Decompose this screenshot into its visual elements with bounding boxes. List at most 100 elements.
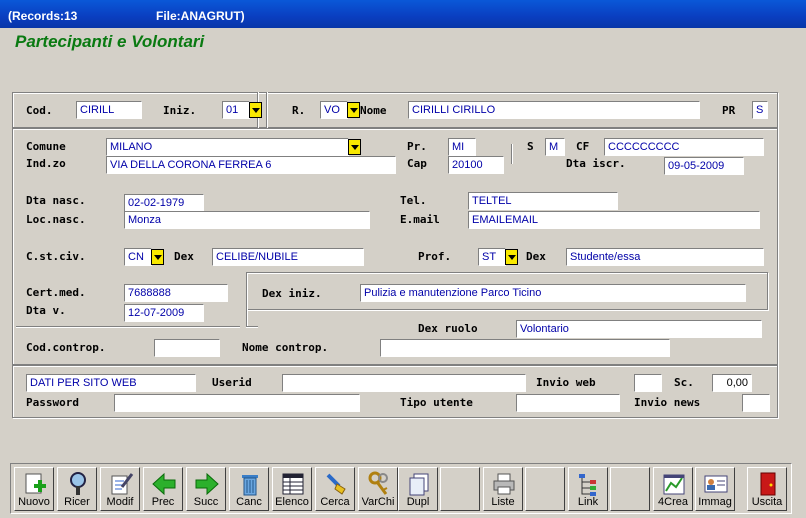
add-icon — [25, 473, 46, 494]
label-s: S — [527, 140, 534, 153]
empty-toolbar-slot-1 — [440, 467, 480, 511]
cert-divider — [16, 326, 240, 328]
label-cap: Cap — [407, 157, 427, 170]
pr-divider — [511, 144, 513, 164]
stato-civile-field[interactable]: CN — [124, 248, 152, 266]
modifica-button[interactable]: Modif — [100, 467, 140, 511]
label-cstciv: C.st.civ. — [26, 250, 86, 263]
search-icon — [70, 472, 86, 495]
successivo-button[interactable]: Succ — [186, 467, 226, 511]
email-field[interactable]: EMAILEMAIL — [468, 211, 760, 229]
copy-icon — [409, 473, 429, 496]
label-pr: Pr. — [407, 140, 427, 153]
cod-field[interactable]: CIRILL — [76, 101, 142, 119]
empty-toolbar-slot-2 — [525, 467, 565, 511]
label-sc: Sc. — [674, 376, 694, 389]
codice-fiscale-field[interactable]: CCCCCCCCC — [604, 138, 764, 156]
label-dex-2: Dex — [526, 250, 546, 263]
pr-top-field[interactable]: S — [752, 101, 768, 119]
tipo-utente-field[interactable] — [516, 394, 620, 412]
window-titlebar: (Records:13 File:ANAGRUT) — [0, 0, 806, 28]
label-dta-nasc: Dta nasc. — [26, 194, 86, 207]
ruolo-dropdown-button[interactable] — [347, 102, 360, 118]
nome-field[interactable]: CIRILLI CIRILLO — [408, 101, 700, 119]
label-cf: CF — [576, 140, 590, 153]
printer-icon — [493, 473, 515, 495]
elenco-button[interactable]: Elenco — [272, 467, 312, 511]
label-dex-ruolo: Dex ruolo — [418, 322, 478, 335]
iniziativa-desc-field[interactable]: Pulizia e manutenzione Parco Ticino — [360, 284, 746, 302]
liste-button[interactable]: Liste — [483, 467, 523, 511]
exit-door-icon — [760, 472, 776, 496]
comune-dropdown-button[interactable] — [348, 139, 361, 155]
sesso-field[interactable]: M — [545, 138, 565, 156]
iniziativa-notch-bottom — [246, 326, 258, 328]
label-cod-controp: Cod.controp. — [26, 341, 106, 354]
brush-icon — [326, 473, 346, 495]
cap-field[interactable]: 20100 — [448, 156, 504, 174]
chart-icon — [663, 474, 685, 495]
file-name: File:ANAGRUT) — [156, 9, 245, 23]
label-tipo-utente: Tipo utente — [400, 396, 473, 409]
arrow-left-icon — [152, 472, 176, 496]
label-pr-top: PR — [722, 104, 736, 117]
uscita-button[interactable]: Uscita — [747, 467, 787, 511]
label-prof: Prof. — [418, 250, 452, 263]
label-password: Password — [26, 396, 79, 409]
label-tel: Tel. — [400, 194, 427, 207]
certificato-medico-field[interactable]: 7688888 — [124, 284, 228, 302]
label-dex-1: Dex — [174, 250, 194, 263]
nuovo-button[interactable]: Nuovo — [14, 467, 54, 511]
invio-news-field[interactable] — [742, 394, 770, 412]
crea-button[interactable]: 4Crea — [653, 467, 693, 511]
label-userid: Userid — [212, 376, 252, 389]
pr-field[interactable]: MI — [448, 138, 476, 156]
comune-field[interactable]: MILANO — [106, 138, 349, 156]
luogo-nascita-field[interactable]: Monza — [124, 211, 370, 229]
ruolo-desc-field[interactable]: Volontario — [516, 320, 762, 338]
duplica-button[interactable]: Dupl — [398, 467, 438, 511]
data-visita-field[interactable]: 12-07-2009 — [124, 304, 204, 322]
iniz-dropdown-button[interactable] — [249, 102, 262, 118]
sconto-field[interactable]: 0,00 — [712, 374, 752, 392]
label-cod: Cod. — [26, 104, 53, 117]
label-r: R. — [292, 104, 306, 117]
nome-controparte-field[interactable] — [380, 339, 670, 357]
label-loc-nasc: Loc.nasc. — [26, 213, 86, 226]
stato-civile-dropdown-button[interactable] — [151, 249, 164, 265]
label-invio-news: Invio news — [634, 396, 701, 409]
edit-icon — [111, 473, 134, 495]
cancella-button[interactable]: Canc — [229, 467, 269, 511]
iniz-field[interactable]: 01 — [222, 101, 250, 119]
professione-dropdown-button[interactable] — [505, 249, 518, 265]
professione-field[interactable]: ST — [478, 248, 506, 266]
immagine-button[interactable]: Immag — [695, 467, 735, 511]
label-nome-controp: Nome controp. — [242, 341, 329, 354]
arrow-right-icon — [195, 472, 219, 496]
telefono-field[interactable]: TELTEL — [468, 192, 618, 210]
invio-web-field[interactable] — [634, 374, 662, 392]
header-divider-2 — [266, 92, 268, 128]
label-comune: Comune — [26, 140, 66, 153]
data-iscrizione-field[interactable]: 09-05-2009 — [664, 157, 744, 175]
ruolo-code-field[interactable]: VO — [320, 101, 348, 119]
precedente-button[interactable]: Prec — [143, 467, 183, 511]
ricerca-button[interactable]: Ricer — [57, 467, 97, 511]
stato-civile-desc-field[interactable]: CELIBE/NUBILE — [212, 248, 364, 266]
label-nome: Nome — [360, 104, 387, 117]
label-iniz: Iniz. — [163, 104, 197, 117]
indirizzo-field[interactable]: VIA DELLA CORONA FERREA 6 — [106, 156, 396, 174]
label-indzo: Ind.zo — [26, 157, 66, 170]
link-button[interactable]: Link — [568, 467, 608, 511]
data-nascita-field[interactable]: 02-02-1979 — [124, 194, 204, 212]
password-field[interactable] — [114, 394, 360, 412]
label-email: E.mail — [400, 213, 440, 226]
dati-sito-web-field[interactable]: DATI PER SITO WEB — [26, 374, 196, 392]
tree-icon — [579, 474, 596, 496]
userid-field[interactable] — [282, 374, 526, 392]
records-count: (Records:13 — [8, 9, 78, 23]
cerca-button[interactable]: Cerca — [315, 467, 355, 511]
professione-desc-field[interactable]: Studente/essa — [566, 248, 764, 266]
cod-controparte-field[interactable] — [154, 339, 220, 357]
varchi-button[interactable]: VarChi — [358, 467, 398, 511]
